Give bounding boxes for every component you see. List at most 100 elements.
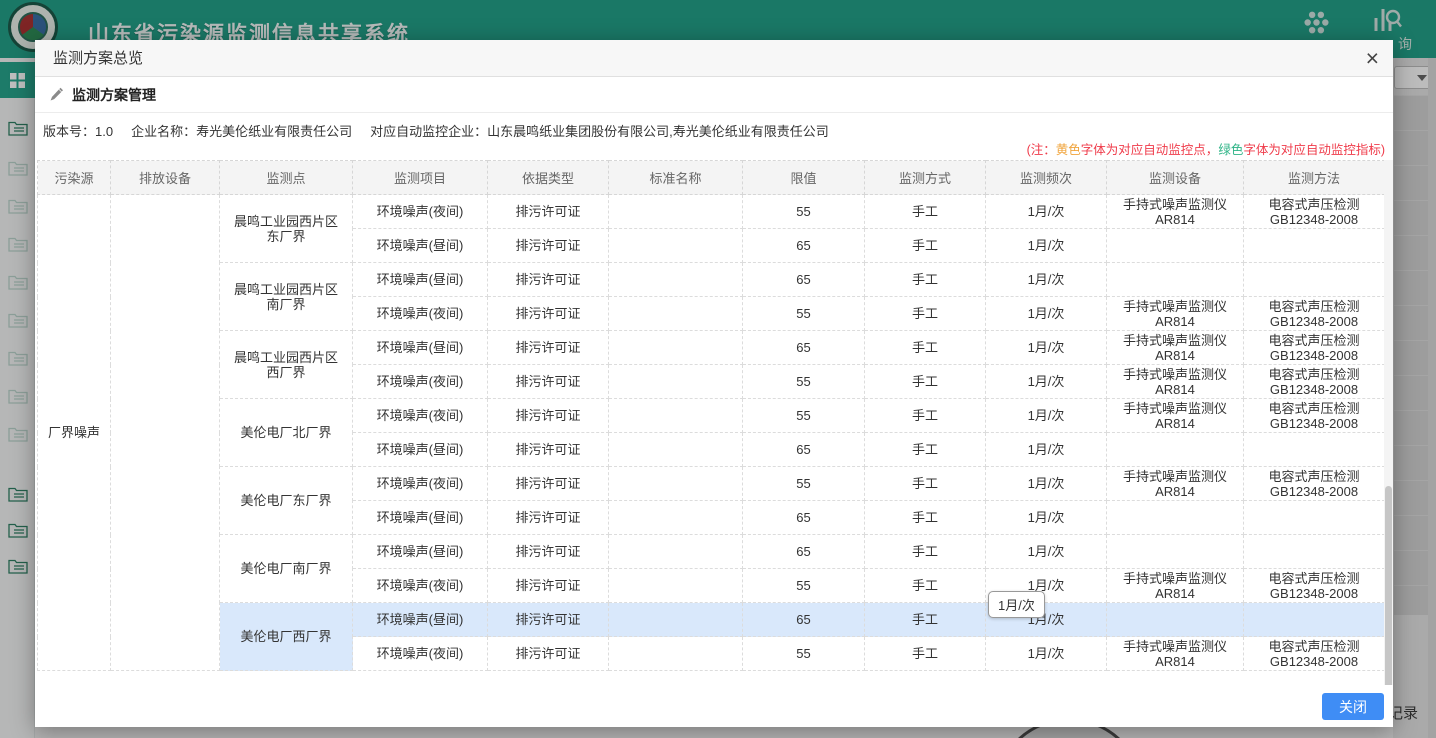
limit-value-cell: 65 xyxy=(743,331,865,365)
auto-company-value: 山东晨鸣纸业集团股份有限公司,寿光美伦纸业有限责任公司 xyxy=(487,124,829,139)
modal-titlebar: 监测方案总览 × xyxy=(35,40,1393,77)
monitoring-device-cell xyxy=(1107,263,1244,297)
monitoring-point-cell: 晨鸣工业园西片区南厂界 xyxy=(220,263,353,331)
monitoring-mode-cell: 手工 xyxy=(865,399,986,433)
monitoring-device-cell xyxy=(1107,229,1244,263)
monitoring-device-cell: 手持式噪声监测仪 AR814 xyxy=(1107,467,1244,501)
basis-type-cell: 排污许可证 xyxy=(488,467,609,501)
table-scrollbar-thumb[interactable] xyxy=(1385,486,1392,694)
close-button[interactable]: 关闭 xyxy=(1322,693,1384,720)
note-part-1: (注： xyxy=(1027,143,1056,157)
close-icon[interactable]: × xyxy=(1366,43,1379,73)
monitoring-method-cell: 电容式声压检测 GB12348-2008 xyxy=(1244,467,1385,501)
monitoring-item-cell: 环境噪声(夜间) xyxy=(353,297,488,331)
note-part-2: 字体为对应自动监控点， xyxy=(1081,143,1219,157)
monitoring-device-cell: 手持式噪声监测仪 AR814 xyxy=(1107,637,1244,671)
limit-value-cell: 65 xyxy=(743,603,865,637)
table-row[interactable]: 美伦电厂西厂界环境噪声(昼间)排污许可证65手工1月/次 xyxy=(38,603,1385,637)
monitoring-item-cell: 环境噪声(昼间) xyxy=(353,535,488,569)
pen-icon xyxy=(49,87,64,103)
modal-title: 监测方案总览 xyxy=(53,40,143,77)
basis-type-cell: 排污许可证 xyxy=(488,535,609,569)
standard-name-cell xyxy=(609,569,743,603)
table-row[interactable]: 美伦电厂南厂界环境噪声(昼间)排污许可证65手工1月/次 xyxy=(38,535,1385,569)
note-part-3: 字体为对应自动监控指标) xyxy=(1243,143,1385,157)
monitoring-frequency-cell: 1月/次 xyxy=(986,467,1107,501)
basis-type-cell: 排污许可证 xyxy=(488,297,609,331)
limit-value-cell: 65 xyxy=(743,229,865,263)
monitoring-table-body: 厂界噪声晨鸣工业园西片区东厂界环境噪声(夜间)排污许可证55手工1月/次手持式噪… xyxy=(38,195,1385,671)
plan-info-line: 版本号：1.0 企业名称：寿光美伦纸业有限责任公司 对应自动监控企业：山东晨鸣纸业集… xyxy=(43,113,1387,140)
version-label: 版本号： xyxy=(43,124,95,139)
monitoring-point-cell: 美伦电厂东厂界 xyxy=(220,467,353,535)
monitoring-item-cell: 环境噪声(夜间) xyxy=(353,195,488,229)
table-row[interactable]: 晨鸣工业园西片区西厂界环境噪声(昼间)排污许可证65手工1月/次手持式噪声监测仪… xyxy=(38,331,1385,365)
section-title: 监测方案管理 xyxy=(72,85,156,105)
limit-value-cell: 55 xyxy=(743,569,865,603)
color-legend-note: (注：黄色字体为对应自动监控点，绿色字体为对应自动监控指标) xyxy=(1027,139,1385,158)
monitoring-method-cell xyxy=(1244,433,1385,467)
limit-value-cell: 55 xyxy=(743,365,865,399)
column-header: 依据类型 xyxy=(488,161,609,195)
table-row[interactable]: 美伦电厂东厂界环境噪声(夜间)排污许可证55手工1月/次手持式噪声监测仪 AR8… xyxy=(38,467,1385,501)
monitoring-method-cell xyxy=(1244,501,1385,535)
monitoring-device-cell: 手持式噪声监测仪 AR814 xyxy=(1107,399,1244,433)
monitoring-table: 污染源排放设备监测点监测项目依据类型标准名称限值监测方式监测频次监测设备监测方法… xyxy=(37,160,1385,671)
monitoring-method-cell xyxy=(1244,603,1385,637)
table-row[interactable]: 晨鸣工业园西片区南厂界环境噪声(昼间)排污许可证65手工1月/次 xyxy=(38,263,1385,297)
monitoring-item-cell: 环境噪声(夜间) xyxy=(353,569,488,603)
monitoring-plan-modal: 监测方案总览 × 监测方案管理 版本号：1.0 企业名称：寿光美伦纸业有限责任公司… xyxy=(35,40,1393,727)
limit-value-cell: 65 xyxy=(743,535,865,569)
company-label: 企业名称： xyxy=(131,124,196,139)
monitoring-item-cell: 环境噪声(夜间) xyxy=(353,467,488,501)
monitoring-method-cell: 电容式声压检测 GB12348-2008 xyxy=(1244,569,1385,603)
standard-name-cell xyxy=(609,467,743,501)
monitoring-method-cell: 电容式声压检测 GB12348-2008 xyxy=(1244,365,1385,399)
column-header: 监测项目 xyxy=(353,161,488,195)
monitoring-point-cell: 晨鸣工业园西片区西厂界 xyxy=(220,331,353,399)
info-area: 版本号：1.0 企业名称：寿光美伦纸业有限责任公司 对应自动监控企业：山东晨鸣纸业集… xyxy=(43,113,1387,160)
monitoring-mode-cell: 手工 xyxy=(865,501,986,535)
basis-type-cell: 排污许可证 xyxy=(488,331,609,365)
monitoring-item-cell: 环境噪声(昼间) xyxy=(353,229,488,263)
monitoring-item-cell: 环境噪声(昼间) xyxy=(353,263,488,297)
screen: 山东省污染源监测信息共享系统 询 xyxy=(0,0,1436,738)
auto-company-label: 对应自动监控企业： xyxy=(370,124,487,139)
standard-name-cell xyxy=(609,535,743,569)
column-header: 监测方法 xyxy=(1244,161,1385,195)
monitoring-mode-cell: 手工 xyxy=(865,365,986,399)
monitoring-method-cell xyxy=(1244,535,1385,569)
table-row[interactable]: 厂界噪声晨鸣工业园西片区东厂界环境噪声(夜间)排污许可证55手工1月/次手持式噪… xyxy=(38,195,1385,229)
table-area: 污染源排放设备监测点监测项目依据类型标准名称限值监测方式监测频次监测设备监测方法… xyxy=(37,160,1385,671)
monitoring-item-cell: 环境噪声(昼间) xyxy=(353,331,488,365)
table-scrollbar-track[interactable] xyxy=(1384,160,1393,700)
standard-name-cell xyxy=(609,433,743,467)
monitoring-mode-cell: 手工 xyxy=(865,263,986,297)
limit-value-cell: 55 xyxy=(743,297,865,331)
column-header: 监测设备 xyxy=(1107,161,1244,195)
monitoring-item-cell: 环境噪声(昼间) xyxy=(353,603,488,637)
standard-name-cell xyxy=(609,229,743,263)
emission-device-cell xyxy=(111,195,220,671)
monitoring-frequency-cell: 1月/次 xyxy=(986,637,1107,671)
monitoring-mode-cell: 手工 xyxy=(865,467,986,501)
column-header: 排放设备 xyxy=(111,161,220,195)
monitoring-frequency-cell: 1月/次 xyxy=(986,501,1107,535)
basis-type-cell: 排污许可证 xyxy=(488,399,609,433)
limit-value-cell: 55 xyxy=(743,637,865,671)
basis-type-cell: 排污许可证 xyxy=(488,603,609,637)
limit-value-cell: 55 xyxy=(743,467,865,501)
monitoring-mode-cell: 手工 xyxy=(865,229,986,263)
monitoring-mode-cell: 手工 xyxy=(865,603,986,637)
basis-type-cell: 排污许可证 xyxy=(488,229,609,263)
limit-value-cell: 65 xyxy=(743,433,865,467)
column-header: 监测点 xyxy=(220,161,353,195)
version-value: 1.0 xyxy=(95,124,113,139)
company-value: 寿光美伦纸业有限责任公司 xyxy=(196,124,352,139)
standard-name-cell xyxy=(609,297,743,331)
column-header: 污染源 xyxy=(38,161,111,195)
monitoring-mode-cell: 手工 xyxy=(865,637,986,671)
table-row[interactable]: 美伦电厂北厂界环境噪声(夜间)排污许可证55手工1月/次手持式噪声监测仪 AR8… xyxy=(38,399,1385,433)
monitoring-method-cell xyxy=(1244,263,1385,297)
monitoring-mode-cell: 手工 xyxy=(865,569,986,603)
